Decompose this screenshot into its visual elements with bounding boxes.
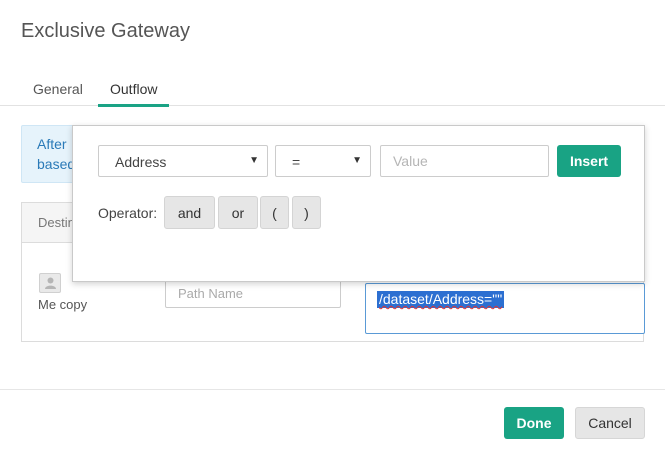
cancel-button[interactable]: Cancel [575,407,645,439]
operator-left-paren-button[interactable]: ( [260,196,289,229]
value-input[interactable] [380,145,549,177]
footer-divider [0,389,665,390]
person-icon [39,273,61,293]
row-name: Me copy [38,297,88,312]
expression-text: /dataset/Address="" [377,291,505,308]
info-banner-text-1: After [37,136,67,152]
operator-right-paren-button[interactable]: ) [292,196,321,229]
info-banner-text-2: based [37,156,76,172]
condition-expression-field[interactable]: /dataset/Address="" [365,283,645,334]
chevron-down-icon: ▼ [352,155,362,166]
done-button[interactable]: Done [504,407,564,439]
operator-or-button[interactable]: or [218,196,258,229]
operator-select[interactable]: = ▼ [275,145,371,177]
tab-general[interactable]: General [21,81,95,106]
condition-builder-popup: Address ▼ = ▼ Insert Operator: and or ( … [72,125,645,282]
operator-select-value: = [292,154,301,170]
path-name-input[interactable] [165,278,341,308]
table-header-destination: Destin [38,215,75,230]
dialog-title: Exclusive Gateway [21,20,190,42]
operator-label: Operator: [98,205,158,221]
insert-button[interactable]: Insert [557,145,621,177]
field-select[interactable]: Address ▼ [98,145,268,177]
chevron-down-icon: ▼ [249,155,259,166]
tab-bar: General Outflow [0,76,665,107]
tab-outflow[interactable]: Outflow [98,81,170,107]
field-select-value: Address [115,154,167,170]
operator-and-button[interactable]: and [164,196,215,229]
